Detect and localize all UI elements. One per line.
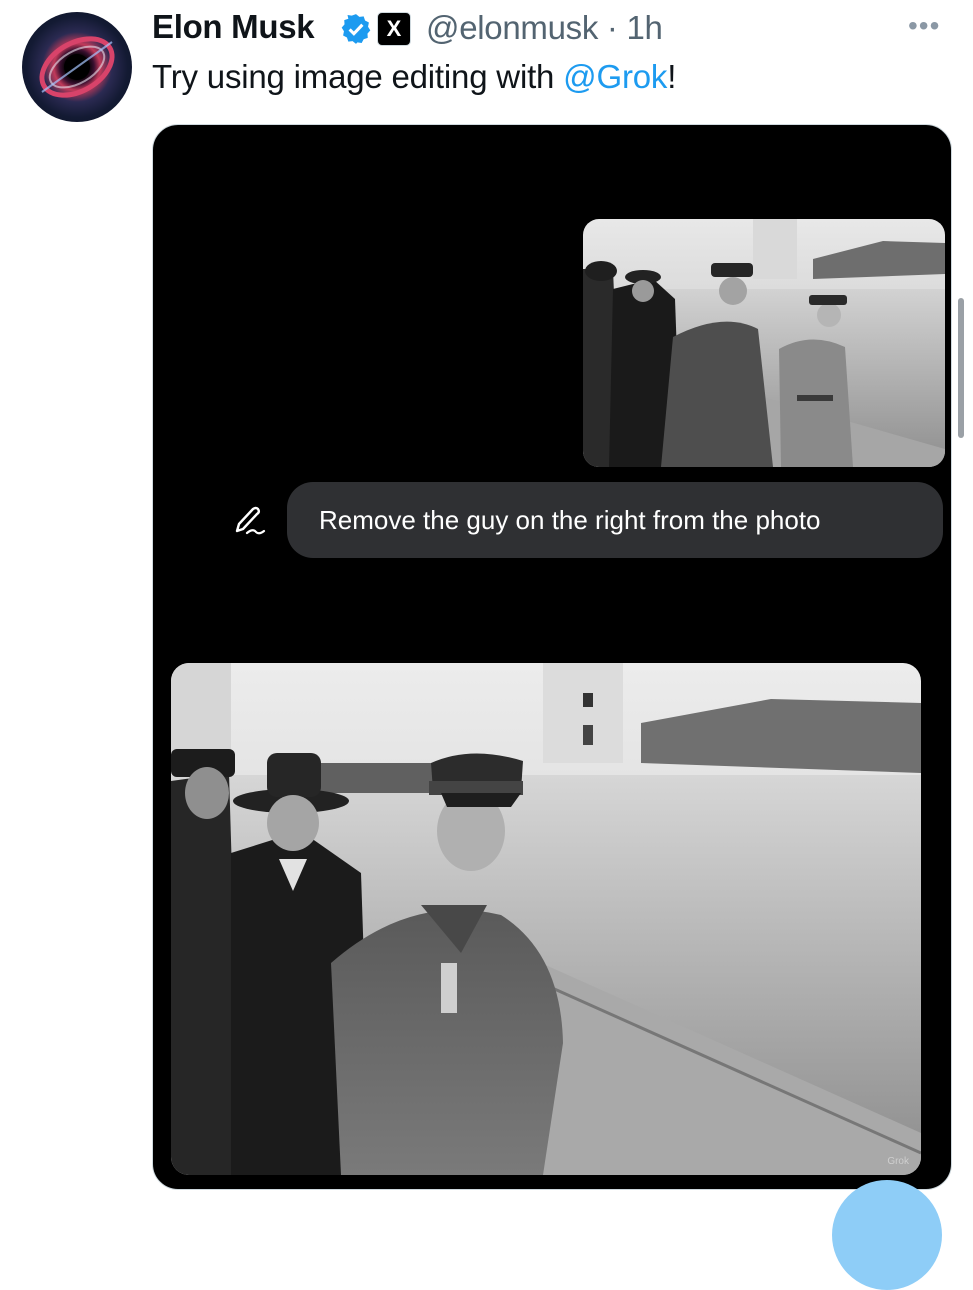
- tweet-text: Try using image editing with @Grok!: [152, 58, 676, 96]
- tweet-text-after: !: [667, 58, 677, 95]
- more-options-icon[interactable]: •••: [908, 10, 940, 42]
- edit-prompt-bubble: Remove the guy on the right from the pho…: [287, 482, 943, 558]
- x-logo-icon: X: [377, 12, 411, 46]
- author-name[interactable]: Elon Musk: [152, 8, 315, 46]
- grok-watermark: Grok: [887, 1156, 909, 1167]
- verified-badge-icon: [341, 14, 371, 44]
- edited-photo[interactable]: Grok: [171, 663, 921, 1175]
- avatar[interactable]: [22, 12, 132, 122]
- scrollbar[interactable]: [958, 298, 964, 438]
- tweet-text-before: Try using image editing with: [152, 58, 564, 95]
- compose-fab-button[interactable]: [832, 1180, 942, 1290]
- tweet-media[interactable]: Remove the guy on the right from the pho…: [152, 124, 952, 1190]
- edit-pen-icon: [235, 506, 266, 535]
- original-photo[interactable]: [583, 219, 945, 467]
- mention-link[interactable]: @Grok: [563, 58, 667, 95]
- handle-and-time[interactable]: @elonmusk · 1h: [426, 9, 663, 47]
